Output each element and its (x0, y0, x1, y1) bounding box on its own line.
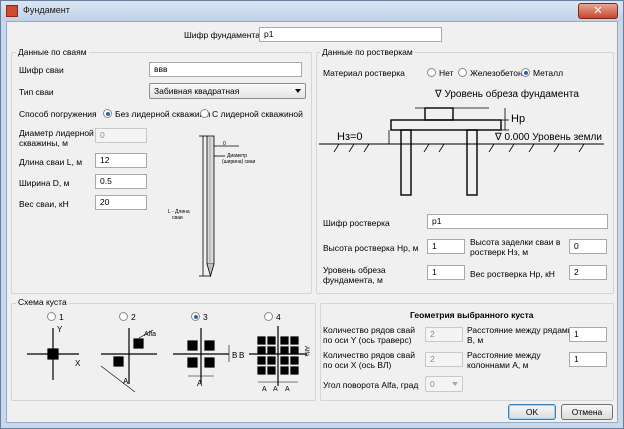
method-no-leader-radio[interactable] (103, 109, 112, 118)
cluster-option-4-label[interactable]: 4 (276, 312, 281, 322)
pile-weight-input[interactable]: 20 (95, 195, 147, 210)
scheme1-y-label: Y (57, 325, 63, 334)
foundation-code-label: Шифр фундамента (184, 30, 260, 40)
cluster-option-3-radio[interactable] (191, 312, 200, 321)
pile-weight-label: Вес сваи, кН (19, 199, 69, 209)
dist-a-input[interactable]: 1 (569, 352, 607, 367)
rows-y-input[interactable]: 2 (425, 327, 463, 342)
cluster-option-2-radio[interactable] (119, 312, 128, 321)
pile-top-value: 0 (223, 141, 226, 147)
scheme2-a-label: A (123, 377, 129, 386)
foundation-code-input[interactable]: p1 (259, 27, 442, 42)
pile-type-select[interactable]: Забивная квадратная (149, 83, 306, 99)
material-label: Материал ростверка (323, 68, 405, 78)
rows-x-label-line2: по оси X (ось ВЛ) (323, 360, 392, 370)
pile-length-label: Длина сваи L, м (19, 157, 83, 167)
cluster-option-1-radio[interactable] (47, 312, 56, 321)
cluster-option-4-radio[interactable] (264, 312, 273, 321)
method-leader-label[interactable]: С лидерной скважиной (212, 109, 303, 119)
chevron-down-icon (295, 89, 301, 93)
dist-a-label-line2: колоннами А, м (467, 360, 529, 370)
grillage-height-label: Высота ростверка Нр, м (323, 243, 419, 253)
scheme3-b-label: B (232, 351, 237, 360)
angle-label: Угол поворота Alfa, град (323, 380, 419, 390)
geometry-title: Геометрия выбранного куста (410, 310, 534, 320)
method-label: Способ погружения (19, 109, 97, 119)
dialog-body: Шифр фундамента p1 Данные по сваям Шифр … (6, 21, 618, 423)
pile-length-input[interactable]: 12 (95, 153, 147, 168)
cluster-option-3-label[interactable]: 3 (203, 312, 208, 322)
pile-length-label-line2: сваи (172, 215, 183, 221)
embed-height-input[interactable]: 0 (569, 239, 607, 254)
scheme4-b-label: B (239, 351, 244, 360)
grillage-weight-label: Вес ростверка Нр, кН (470, 269, 555, 279)
rows-x-label-line1: Количество рядов свай (323, 350, 415, 360)
dist-b-label-line2: В, м (467, 335, 484, 345)
grillage-code-label: Шифр ростверка (323, 218, 390, 228)
scheme4-a-label-3: A (285, 386, 290, 392)
dialog-window: Фундамент ✕ Шифр фундамента p1 Данные по… (0, 0, 624, 429)
cluster-option-2-label[interactable]: 2 (131, 312, 136, 322)
rows-y-label-line2: по оси Y (ось траверс) (323, 335, 412, 345)
pile-diagram: 0 Диаметр (ширина) сваи L - Длина сваи (168, 135, 256, 278)
material-metal-radio[interactable] (521, 68, 530, 77)
method-no-leader-label[interactable]: Без лидерной скважины (115, 109, 210, 119)
ok-button[interactable]: OK (508, 404, 556, 420)
pile-type-value: Забивная квадратная (154, 86, 240, 96)
window-title: Фундамент (23, 5, 70, 15)
grillage-height-input[interactable]: 1 (427, 239, 465, 254)
rows-x-input[interactable]: 2 (425, 352, 463, 367)
material-none-label[interactable]: Нет (439, 68, 453, 78)
cancel-button[interactable]: Отмена (561, 404, 613, 420)
cut-level-label: ∇ Уровень обреза фундамента (434, 88, 579, 100)
cluster-option-1-label[interactable]: 1 (59, 312, 64, 322)
pile-code-label: Шифр сваи (19, 65, 64, 75)
scheme3-a-label: A (197, 379, 203, 388)
rows-y-label-line1: Количество рядов свай (323, 325, 415, 335)
ground-level-label: ∇ 0.000 Уровень земли (494, 132, 602, 143)
scheme4-a-label-1: A (262, 386, 267, 392)
pile-diam-label-line2: (ширина) сваи (222, 159, 256, 165)
title-bar[interactable]: Фундамент ✕ (1, 1, 623, 21)
cut-level-label-line2: фундамента, м (323, 275, 383, 285)
close-button[interactable]: ✕ (578, 3, 618, 19)
pile-type-label: Тип сваи (19, 87, 54, 97)
piles-group-title: Данные по сваям (16, 47, 89, 57)
angle-select[interactable]: 0 (425, 376, 463, 392)
hp-label: Нр (511, 113, 525, 125)
scheme4-a-label-2: A (273, 386, 278, 392)
scheme4-alfa-label: Alfa (303, 346, 309, 357)
grillage-diagram: ∇ Уровень обреза фундамента Нр Нз=0 ∇ 0.… (319, 88, 604, 196)
grillage-weight-input[interactable]: 2 (569, 265, 607, 280)
embed-label-line1: Высота заделки сваи в (470, 237, 561, 247)
cut-level-label-line1: Уровень обреза (323, 265, 386, 275)
cluster-diagrams: Y X Alfa A A B B A A A Alfa (27, 325, 309, 392)
leader-diam-input[interactable]: 0 (95, 128, 147, 143)
embed-label-line2: ростверк Нз, м (470, 247, 529, 257)
app-icon (6, 5, 18, 17)
material-none-radio[interactable] (427, 68, 436, 77)
method-leader-radio[interactable] (200, 109, 209, 118)
pile-code-input[interactable]: ввв (149, 62, 302, 77)
material-metal-label[interactable]: Металл (533, 68, 563, 78)
chevron-down-icon (452, 382, 458, 386)
dist-b-input[interactable]: 1 (569, 327, 607, 342)
cut-level-input[interactable]: 1 (427, 265, 465, 280)
hz-label: Нз=0 (337, 131, 363, 143)
material-concrete-radio[interactable] (458, 68, 467, 77)
scheme2-alfa-label: Alfa (144, 331, 156, 338)
pile-width-input[interactable]: 0.5 (95, 174, 147, 189)
dist-a-label-line1: Расстояние между (467, 350, 541, 360)
grillage-group-title: Данные по ростверкам (320, 47, 415, 57)
dist-b-label-line1: Расстояние между рядами (467, 325, 573, 335)
leader-diam-label-line1: Диаметр лидерной (19, 128, 94, 138)
grillage-code-input[interactable]: p1 (427, 214, 608, 229)
pile-width-label: Ширина D, м (19, 178, 70, 188)
material-concrete-label[interactable]: Железобетон (470, 68, 523, 78)
angle-value: 0 (430, 379, 435, 389)
leader-diam-label-line2: скважины, м (19, 138, 68, 148)
scheme1-x-label: X (75, 359, 81, 368)
cluster-group-title: Схема куста (16, 297, 69, 307)
